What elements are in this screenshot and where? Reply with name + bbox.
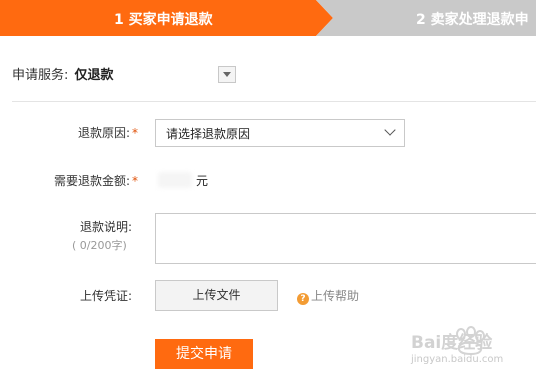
baidu-jingyan-watermark: Bai度经验 jingyan.baidu.com <box>411 324 527 370</box>
upload-file-button[interactable]: 上传文件 <box>155 280 278 311</box>
watermark-brand: Bai度经验 <box>411 333 493 353</box>
refund-reason-label: 退款原因: * <box>78 126 139 140</box>
refund-amount-label: 需要退款金额: * <box>54 174 139 188</box>
chevron-down-icon <box>384 124 396 136</box>
currency-unit: 元 <box>196 174 209 188</box>
refund-description-label: 退款说明: <box>80 220 133 234</box>
step-progress-bar: 1 买家申请退款 2 卖家处理退款申 <box>0 0 536 36</box>
char-counter: ( 0/200字) <box>72 239 127 252</box>
refund-amount-value-blurred <box>158 172 192 188</box>
service-dropdown-toggle[interactable] <box>218 66 236 83</box>
required-mark: * <box>132 174 139 188</box>
required-mark: * <box>132 126 139 140</box>
upload-proof-label: 上传凭证: <box>80 289 133 303</box>
step-1-label: 1 买家申请退款 <box>114 12 213 28</box>
upload-help-link[interactable]: ? 上传帮助 <box>297 287 359 305</box>
service-value: 仅退款 <box>74 68 114 83</box>
refund-reason-placeholder: 请选择退款原因 <box>166 127 251 141</box>
service-label: 申请服务: <box>12 68 69 83</box>
step-2-label: 2 卖家处理退款申 <box>416 12 529 28</box>
refund-reason-select[interactable]: 请选择退款原因 <box>155 119 405 147</box>
upload-help-text: 上传帮助 <box>311 289 360 303</box>
watermark-url: jingyan.baidu.com <box>411 354 504 365</box>
section-divider <box>12 101 536 102</box>
submit-button[interactable]: 提交申请 <box>155 339 253 369</box>
service-type-row: 申请服务: 仅退款 <box>12 64 114 83</box>
refund-description-textarea[interactable] <box>155 213 536 264</box>
help-icon: ? <box>297 293 309 305</box>
